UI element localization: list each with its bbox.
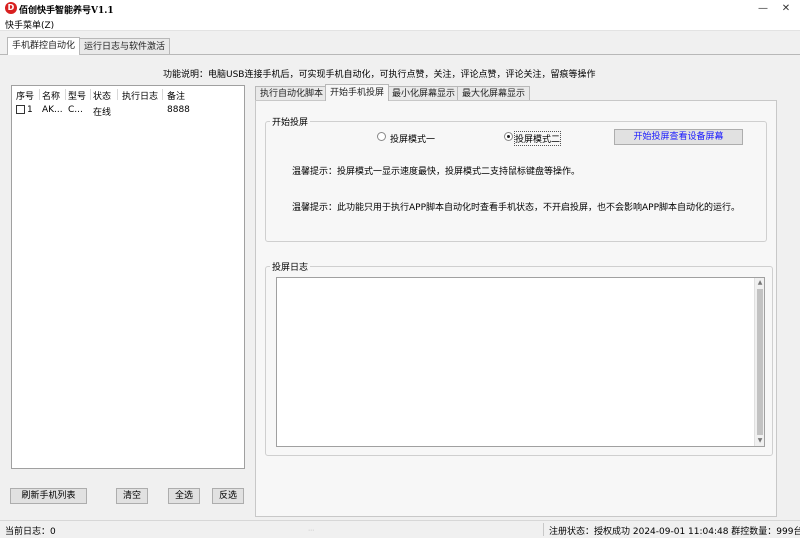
cell-note: 8888: [167, 105, 190, 115]
cell-model: C...: [68, 105, 83, 115]
row-checkbox[interactable]: [16, 105, 25, 114]
mode1-radio[interactable]: [377, 132, 386, 141]
tab-minimize-screen[interactable]: 最小化屏幕显示: [387, 86, 461, 101]
feature-description: 功能说明：电脑USB连接手机后，可实现手机自动化，可执行点赞，关注，评论点赞，评…: [163, 70, 596, 80]
column-header-log[interactable]: 执行日志: [122, 89, 158, 102]
tab-execute-script[interactable]: 执行自动化脚本: [255, 86, 329, 101]
tab-phone-control[interactable]: 手机群控自动化: [7, 37, 81, 55]
start-projection-button[interactable]: 开始投屏查看设备屏幕: [614, 129, 743, 145]
scroll-thumb[interactable]: [757, 289, 763, 435]
title-bar: D 佰创快手智能养号V1.1 — ✕: [0, 0, 800, 17]
tab-maximize-screen[interactable]: 最大化屏幕显示: [457, 86, 531, 101]
cell-name: AK...: [42, 105, 63, 115]
cell-status: 在线: [93, 108, 112, 118]
menu-item-kuaishou[interactable]: 快手菜单(Z): [5, 18, 54, 31]
projection-group-title: 开始投屏: [270, 115, 311, 128]
tab-run-log[interactable]: 运行日志与软件激活: [79, 38, 171, 55]
registration-status: 注册状态：授权成功 2024-09-01 11:04:48 群控数量：999台: [549, 527, 800, 537]
app-logo-icon: D: [5, 2, 17, 14]
mode1-label[interactable]: 投屏模式一: [390, 132, 435, 145]
column-header-note[interactable]: 备注: [167, 89, 185, 102]
tip-usage: 温馨提示：此功能只用于执行APP脚本自动化时查看手机状态，不开启投屏，也不会影响…: [292, 203, 741, 213]
scroll-up-icon[interactable]: ▲: [755, 278, 765, 288]
splitter-grip-icon[interactable]: ⋯: [308, 527, 316, 534]
column-header-model[interactable]: 型号: [68, 89, 86, 102]
device-list[interactable]: 序号 名称 型号 状态 执行日志 备注 1 AK... C... 在线 8888: [11, 85, 245, 469]
projection-log-textarea[interactable]: ▲ ▼: [276, 277, 765, 447]
column-divider: [90, 89, 91, 100]
column-divider: [65, 89, 66, 100]
cell-index: 1: [27, 105, 33, 115]
status-bar: 当前日志：0 ⋯ 注册状态：授权成功 2024-09-01 11:04:48 群…: [0, 520, 800, 538]
column-divider: [162, 89, 163, 100]
minimize-button[interactable]: —: [752, 0, 774, 17]
mode2-label[interactable]: 投屏模式二: [513, 131, 562, 146]
clear-button[interactable]: 清空: [116, 488, 148, 504]
column-divider: [39, 89, 40, 100]
refresh-phone-list-button[interactable]: 刷新手机列表: [10, 488, 87, 504]
column-header-name[interactable]: 名称: [42, 89, 60, 102]
mode2-radio[interactable]: [504, 132, 513, 141]
main-tabs-divider: [0, 54, 800, 55]
column-header-index[interactable]: 序号: [16, 89, 34, 102]
column-header-status[interactable]: 状态: [93, 89, 111, 102]
log-scrollbar[interactable]: ▲ ▼: [754, 278, 764, 446]
invert-selection-button[interactable]: 反选: [212, 488, 244, 504]
window-title: 佰创快手智能养号V1.1: [19, 6, 114, 16]
current-log-count: 当前日志：0: [5, 527, 56, 537]
select-all-button[interactable]: 全选: [168, 488, 200, 504]
log-group-title: 投屏日志: [270, 260, 311, 273]
column-divider: [117, 89, 118, 100]
close-button[interactable]: ✕: [775, 0, 797, 17]
status-divider: [543, 523, 544, 536]
tab-start-projection[interactable]: 开始手机投屏: [325, 84, 390, 101]
menu-bar: 快手菜单(Z): [0, 17, 800, 31]
tip-mode: 温馨提示：投屏模式一显示速度最快，投屏模式二支持鼠标键盘等操作。: [292, 167, 581, 177]
scroll-down-icon[interactable]: ▼: [755, 436, 765, 446]
